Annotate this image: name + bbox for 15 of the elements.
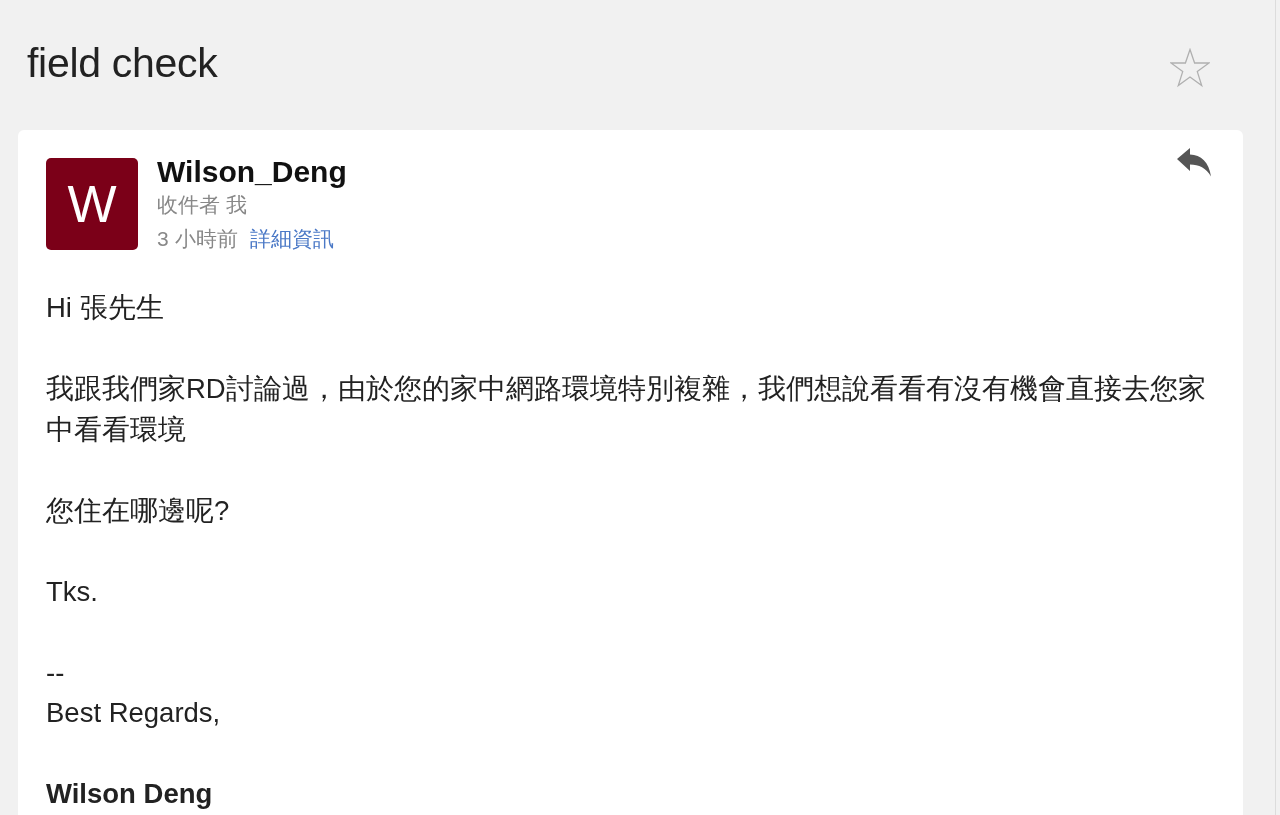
email-subject: field check [27,39,218,87]
reply-icon[interactable] [1177,148,1211,177]
message-paragraph: 您住在哪邊呢? [46,493,231,528]
signature-line: -- [46,655,66,690]
sender-name: Wilson_Deng [157,156,347,188]
star-icon[interactable] [1170,48,1210,88]
received-time: 3 小時前 [157,226,238,252]
message-paragraph: Hi 張先生 [46,291,165,325]
message-paragraph: Tks. [46,574,99,609]
recipients-label: 收件者 我 [157,192,247,218]
details-link[interactable]: 詳細資訊 [249,222,334,255]
sender-avatar: W [46,158,138,250]
message-paragraph: 我跟我們家RD討論過，由於您的家中網路環境特別複雜，我們想說看看有沒有機會直接去您家中看看環境 [46,372,1207,447]
signature-line: Best Regards, [46,696,222,730]
signature-name: Wilson Deng [46,777,214,811]
